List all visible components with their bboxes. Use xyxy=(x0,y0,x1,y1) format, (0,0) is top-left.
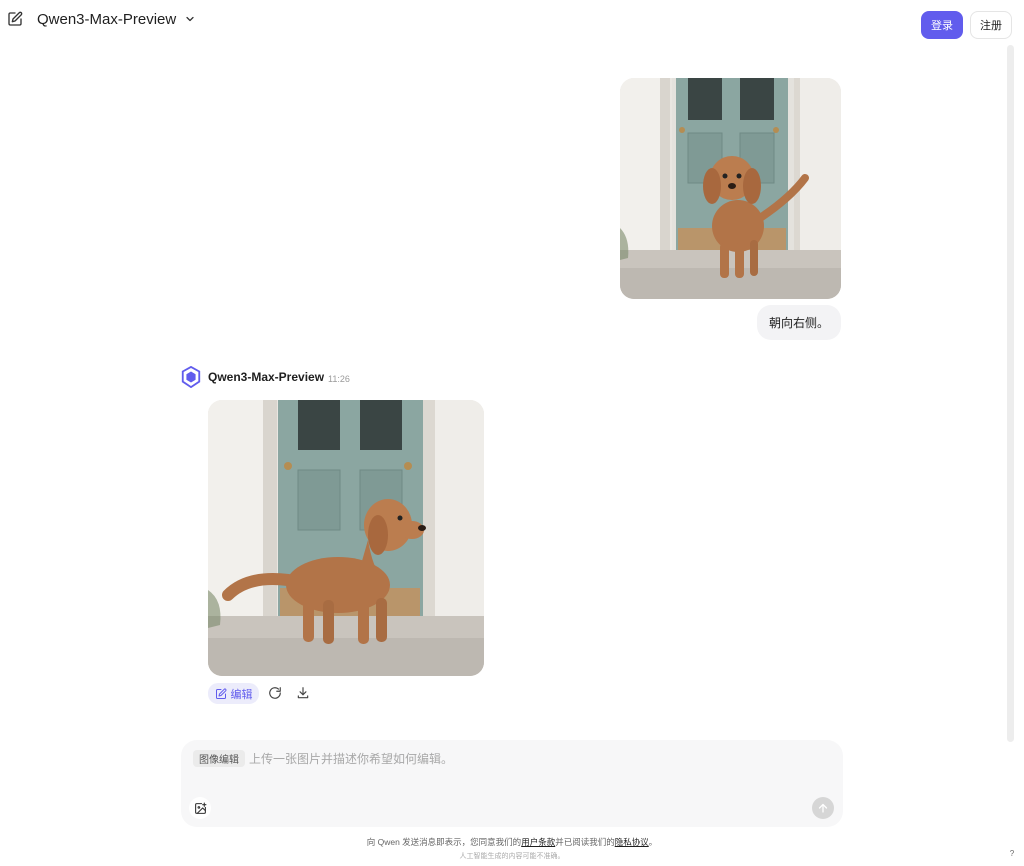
model-selector[interactable]: Qwen3-Max-Preview xyxy=(37,9,196,29)
login-button[interactable]: 登录 xyxy=(921,11,963,39)
register-button[interactable]: 注册 xyxy=(970,11,1012,39)
qwen-logo-icon xyxy=(180,365,202,389)
upload-image-button[interactable] xyxy=(189,797,211,819)
download-icon xyxy=(297,687,309,699)
edit-icon xyxy=(215,687,227,699)
refresh-icon xyxy=(269,687,281,699)
download-button[interactable] xyxy=(294,684,312,702)
user-message-bubble: 朝向右侧。 xyxy=(757,305,841,340)
ai-content-note: 人工智能生成的内容可能不准确。 xyxy=(459,853,565,860)
edit-label: 编辑 xyxy=(230,688,253,701)
new-chat-icon xyxy=(8,11,23,26)
scrollbar[interactable] xyxy=(1007,45,1014,742)
disclaimer-middle: 并已阅读我们的 xyxy=(555,837,615,847)
arrow-up-icon xyxy=(818,803,828,813)
image-upload-icon xyxy=(194,802,206,814)
generated-image[interactable] xyxy=(208,400,484,676)
assistant-name: Qwen3-Max-Preview xyxy=(208,370,325,384)
regenerate-button[interactable] xyxy=(266,684,284,702)
disclaimer-suffix: 。 xyxy=(648,837,658,847)
edit-image-button[interactable]: 编辑 xyxy=(208,683,259,704)
terms-link[interactable]: 用户条款 xyxy=(521,837,555,847)
prompt-input[interactable] xyxy=(249,750,809,767)
message-timestamp: 11:26 xyxy=(328,374,350,384)
disclaimer-prefix: 向 Qwen 发送消息即表示，您同意我们的 xyxy=(366,837,522,847)
user-uploaded-image[interactable] xyxy=(620,78,841,299)
help-button[interactable]: ? xyxy=(1006,847,1018,859)
disclaimer: 向 Qwen 发送消息即表示，您同意我们的用户条款并已阅读我们的隐私协议。 xyxy=(0,836,1024,848)
model-name: Qwen3-Max-Preview xyxy=(37,10,177,28)
chevron-down-icon xyxy=(186,16,194,22)
privacy-link[interactable]: 隐私协议 xyxy=(615,837,649,847)
send-button[interactable] xyxy=(812,797,834,819)
image-edit-mode-tag[interactable]: 图像编辑 xyxy=(193,750,245,767)
new-chat-button[interactable] xyxy=(6,10,24,28)
